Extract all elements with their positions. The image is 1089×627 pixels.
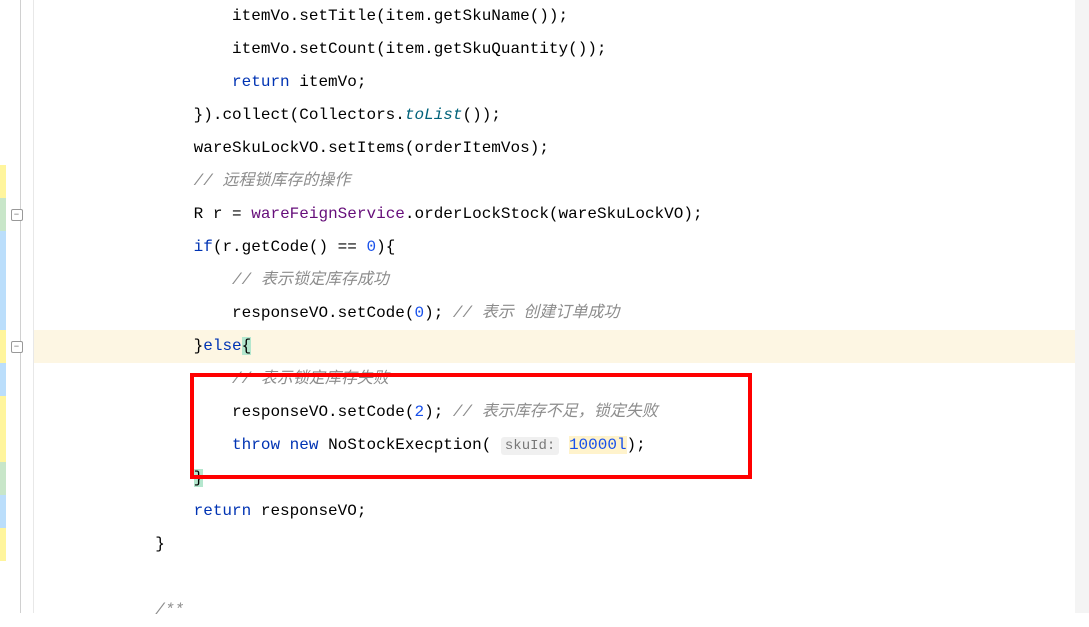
code-line[interactable]: // 表示锁定库存成功	[34, 264, 1089, 297]
code-line[interactable]: // 表示锁定库存失败	[34, 363, 1089, 396]
code-line[interactable]: itemVo.setTitle(item.getSkuName());	[34, 0, 1089, 33]
code-line[interactable]: itemVo.setCount(item.getSkuQuantity());	[34, 33, 1089, 66]
code-line[interactable]: }).collect(Collectors.toList());	[34, 99, 1089, 132]
code-line[interactable]: R r = wareFeignService.orderLockStock(wa…	[34, 198, 1089, 231]
fold-marker[interactable]: −	[0, 198, 33, 231]
code-line[interactable]: }	[34, 462, 1089, 495]
gutter-mark	[0, 231, 6, 264]
gutter-mark	[0, 429, 6, 462]
code-line[interactable]: }	[34, 528, 1089, 561]
code-line[interactable]: if(r.getCode() == 0){	[34, 231, 1089, 264]
gutter-mark	[0, 495, 6, 528]
code-line[interactable]: wareSkuLockVO.setItems(orderItemVos);	[34, 132, 1089, 165]
code-line[interactable]: }else{	[34, 330, 1089, 363]
fold-marker[interactable]: −	[0, 330, 33, 363]
gutter-mark	[0, 528, 6, 561]
fold-minus-icon[interactable]: −	[11, 209, 23, 221]
fold-line	[20, 0, 21, 613]
param-hint: skuId:	[501, 437, 559, 455]
gutter-mark	[0, 462, 6, 495]
gutter-mark	[0, 363, 6, 396]
gutter-mark	[0, 165, 6, 198]
code-line[interactable]: // 远程锁库存的操作	[34, 165, 1089, 198]
code-line[interactable]: return itemVo;	[34, 66, 1089, 99]
gutter-mark	[0, 297, 6, 330]
fold-minus-icon[interactable]: −	[11, 341, 23, 353]
code-line[interactable]: responseVO.setCode(2); // 表示库存不足，锁定失败	[34, 396, 1089, 429]
code-line[interactable]: throw new NoStockExecption( skuId: 10000…	[34, 429, 1089, 462]
gutter: − −	[0, 0, 34, 613]
code-line[interactable]: /**	[34, 594, 1089, 627]
code-line[interactable]	[34, 561, 1089, 594]
scrollbar-vertical[interactable]	[1075, 0, 1089, 613]
code-area[interactable]: itemVo.setTitle(item.getSkuName()); item…	[34, 0, 1089, 613]
code-line[interactable]: return responseVO;	[34, 495, 1089, 528]
gutter-mark	[0, 396, 6, 429]
editor-container: − − itemVo.setTitle(item.getSkuName()); …	[0, 0, 1089, 613]
code-line[interactable]: responseVO.setCode(0); // 表示 创建订单成功	[34, 297, 1089, 330]
gutter-mark	[0, 264, 6, 297]
